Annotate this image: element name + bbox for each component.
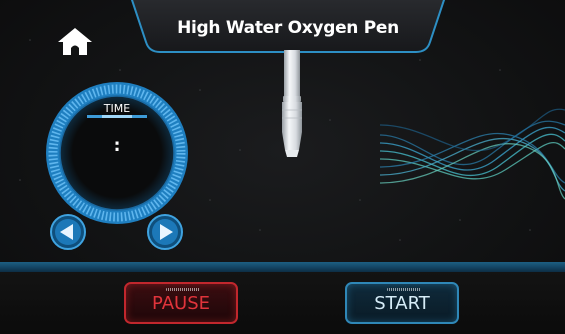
- decrease-time-button[interactable]: [49, 213, 87, 251]
- increase-time-button[interactable]: [146, 213, 184, 251]
- page-title: High Water Oxygen Pen: [177, 18, 399, 38]
- start-grip: [387, 288, 421, 291]
- device-screen: High Water Oxygen Pen TIME: PAUSE START: [0, 0, 565, 334]
- start-button[interactable]: START: [345, 282, 459, 324]
- home-icon: [58, 28, 92, 55]
- title-tab: High Water Oxygen Pen: [128, 0, 448, 56]
- bottom-panel: [0, 272, 565, 334]
- pause-button[interactable]: PAUSE: [124, 282, 238, 324]
- bottom-divider: [0, 262, 565, 272]
- right-arrow-icon: [147, 214, 183, 250]
- wave-decoration: [380, 108, 565, 200]
- pause-grip: [166, 288, 200, 291]
- left-arrow-icon: [50, 214, 86, 250]
- time-label: TIME: [103, 102, 131, 115]
- home-button[interactable]: [54, 22, 96, 58]
- oxygen-pen-image: [282, 50, 302, 157]
- pause-label: PAUSE: [152, 293, 210, 314]
- time-value: :: [113, 136, 121, 156]
- start-label: START: [374, 293, 430, 314]
